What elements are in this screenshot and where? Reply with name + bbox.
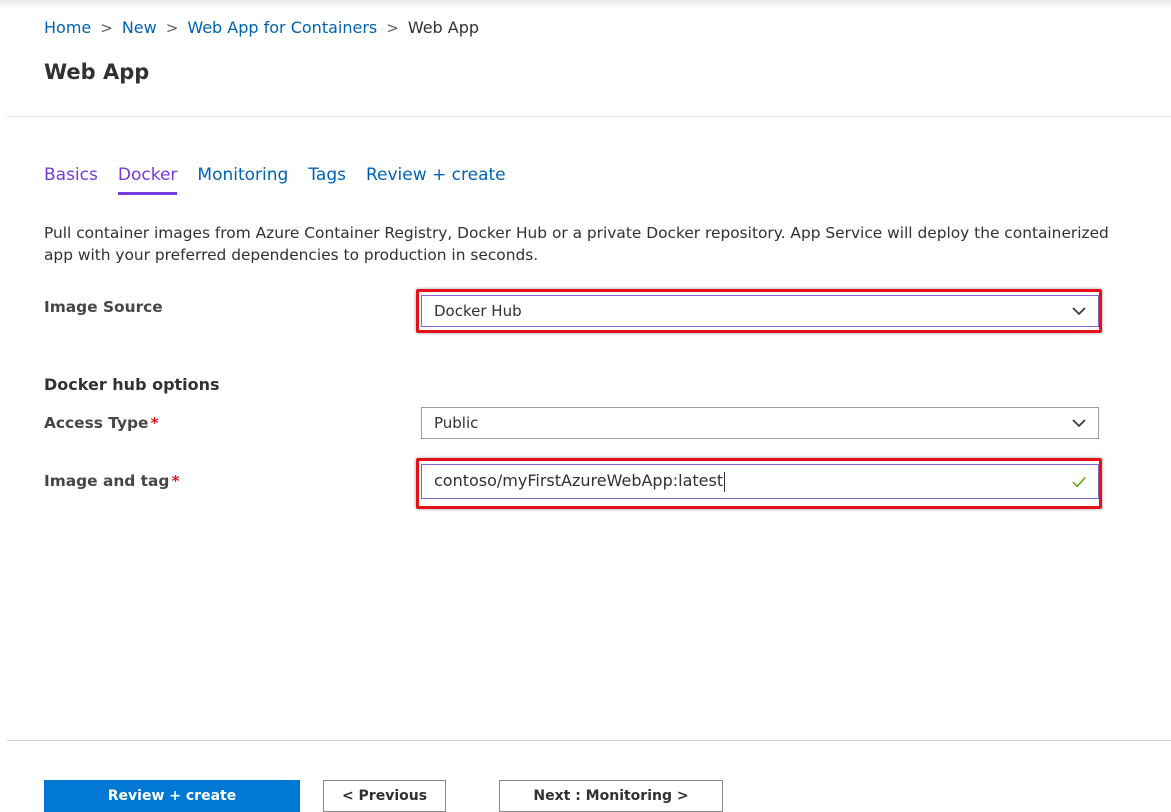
image-source-value: Docker Hub [434, 302, 522, 320]
image-and-tag-label: Image and tag * [44, 470, 180, 492]
top-shade [0, 0, 1171, 8]
chevron-down-icon [1072, 416, 1086, 430]
image-and-tag-input[interactable]: contoso/myFirstAzureWebApp:latest [421, 464, 1099, 499]
required-asterisk: * [171, 472, 180, 490]
docker-hub-options-heading: Docker hub options [44, 375, 220, 394]
tab-monitoring[interactable]: Monitoring [197, 163, 288, 195]
required-asterisk: * [150, 414, 159, 432]
tab-docker[interactable]: Docker [117, 163, 178, 195]
header-divider [7, 116, 1171, 117]
breadcrumb-home-link[interactable]: Home [44, 17, 91, 39]
image-and-tag-value: contoso/myFirstAzureWebApp:latest [434, 471, 724, 491]
access-type-dropdown[interactable]: Public [421, 407, 1099, 439]
breadcrumb-current: Web App [407, 18, 480, 37]
next-monitoring-button[interactable]: Next : Monitoring > [499, 780, 723, 812]
checkmark-icon [1072, 475, 1086, 489]
breadcrumb-web-app-for-containers-link[interactable]: Web App for Containers [187, 17, 377, 39]
previous-button[interactable]: < Previous [323, 780, 446, 812]
chevron-right-icon: > [165, 19, 179, 37]
access-type-label-text: Access Type [44, 414, 149, 432]
chevron-right-icon: > [386, 19, 399, 37]
page-description: Pull container images from Azure Contain… [44, 224, 1109, 264]
text-caret [724, 471, 726, 492]
breadcrumb-new-link[interactable]: New [122, 17, 157, 39]
breadcrumb: Home > New > Web App for Containers > We… [44, 17, 479, 39]
tab-review-create[interactable]: Review + create [366, 163, 506, 195]
page-title: Web App [44, 60, 150, 84]
image-source-label-text: Image Source [44, 298, 163, 316]
image-and-tag-label-text: Image and tag [44, 472, 170, 490]
access-type-value: Public [434, 414, 479, 432]
image-source-label: Image Source [44, 296, 163, 318]
review-create-button[interactable]: Review + create [44, 780, 300, 812]
tab-basics[interactable]: Basics [44, 163, 98, 195]
access-type-label: Access Type * [44, 412, 159, 434]
chevron-down-icon [1072, 304, 1086, 318]
image-source-dropdown[interactable]: Docker Hub [421, 295, 1099, 327]
chevron-right-icon: > [100, 19, 113, 37]
tab-bar: Basics Docker Monitoring Tags Review + c… [44, 163, 526, 195]
tab-tags[interactable]: Tags [308, 163, 346, 195]
image-and-tag-value-wrap: contoso/myFirstAzureWebApp:latest [434, 471, 1072, 492]
footer-divider [7, 740, 1171, 741]
